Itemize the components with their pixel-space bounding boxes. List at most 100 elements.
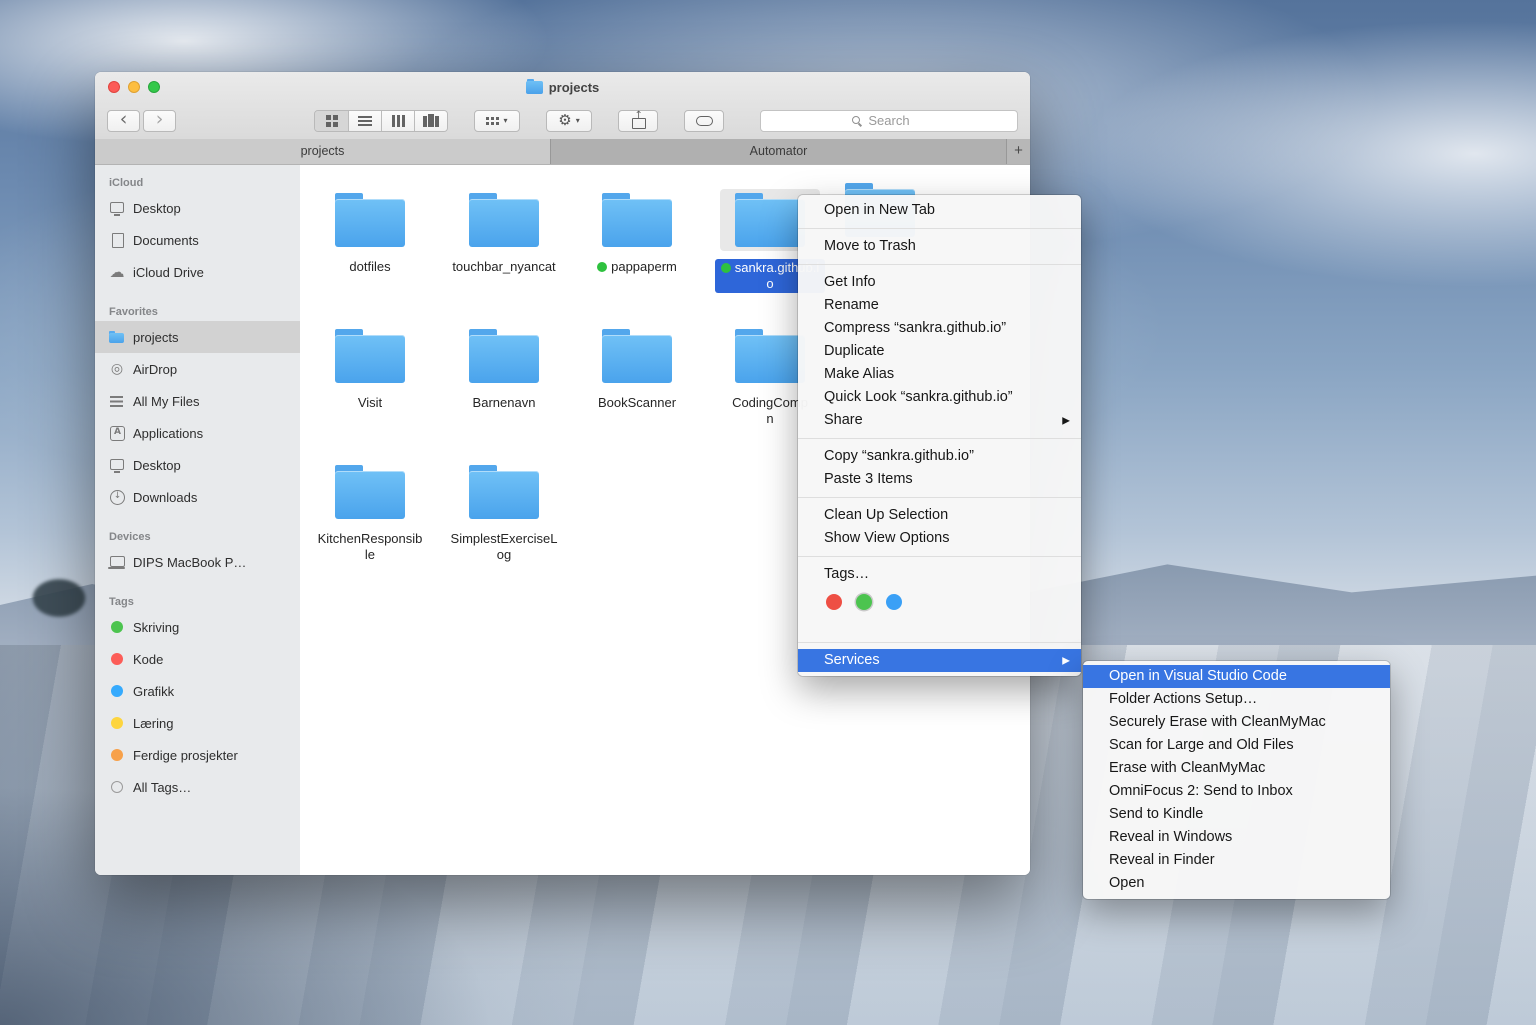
- minimize-button[interactable]: [128, 81, 140, 93]
- sidebar-item-tag-kode[interactable]: Kode: [95, 643, 300, 675]
- arrange-icon: [486, 117, 499, 125]
- tag-dot-blue-icon[interactable]: [886, 594, 902, 610]
- tag-icon: [696, 116, 713, 126]
- sidebar-item-documents[interactable]: Documents: [95, 224, 300, 256]
- menu-item-copy[interactable]: Copy “sankra.github.io”: [798, 445, 1081, 468]
- menu-separator: [798, 264, 1081, 265]
- tag-dot-yellow-icon: [111, 717, 123, 729]
- zoom-button[interactable]: [148, 81, 160, 93]
- sidebar-item-tag-ferdige-prosjekter[interactable]: Ferdige prosjekter: [95, 739, 300, 771]
- sidebar-item-desktop-2[interactable]: Desktop: [95, 449, 300, 481]
- menu-item-paste-3-items[interactable]: Paste 3 Items: [798, 468, 1081, 491]
- menu-item-share[interactable]: Share: [798, 409, 1081, 432]
- share-button[interactable]: [618, 110, 658, 132]
- sidebar-item-all-my-files[interactable]: All My Files: [95, 385, 300, 417]
- sidebar-item-applications[interactable]: Applications: [95, 417, 300, 449]
- back-button[interactable]: ‹: [107, 110, 140, 132]
- traffic-lights: [108, 81, 160, 93]
- search-input[interactable]: [761, 111, 1017, 131]
- sidebar-item-tag-skriving[interactable]: Skriving: [95, 611, 300, 643]
- menu-tag-dots: [798, 586, 1081, 636]
- tab-automator[interactable]: Automator: [550, 139, 1006, 164]
- menu-item-tags[interactable]: Tags…: [798, 563, 1081, 586]
- tab-projects[interactable]: projects: [95, 139, 550, 164]
- folder-bookscanner[interactable]: BookScanner: [571, 325, 703, 411]
- cloud-icon: [108, 264, 126, 280]
- menu-item-get-info[interactable]: Get Info: [798, 271, 1081, 294]
- folder-dotfiles[interactable]: dotfiles: [304, 189, 436, 275]
- sidebar-item-projects[interactable]: projects: [95, 321, 300, 353]
- folder-pappaperm[interactable]: pappaperm: [571, 189, 703, 275]
- chevron-left-icon: ‹: [120, 110, 128, 128]
- sidebar-item-airdrop[interactable]: AirDrop: [95, 353, 300, 385]
- column-view-button[interactable]: [381, 111, 414, 131]
- sidebar-section-favorites: Favorites: [95, 306, 300, 318]
- action-button[interactable]: ▾: [546, 110, 592, 132]
- menu-item-clean-up-selection[interactable]: Clean Up Selection: [798, 504, 1081, 527]
- menu-separator: [798, 438, 1081, 439]
- coverflow-view-button[interactable]: [414, 111, 447, 131]
- downloads-icon: [108, 489, 126, 505]
- monitor-icon: [108, 200, 126, 216]
- menu-item-rename[interactable]: Rename: [798, 294, 1081, 317]
- window-titlebar[interactable]: projects: [95, 72, 1030, 102]
- search-field[interactable]: [760, 110, 1018, 132]
- submenu-item-scan-for-large-and-old-files[interactable]: Scan for Large and Old Files: [1083, 734, 1390, 757]
- tag-dot-blue-icon: [111, 685, 123, 697]
- menu-item-services[interactable]: Services: [798, 649, 1081, 672]
- tag-dot-red-icon[interactable]: [826, 594, 842, 610]
- airdrop-icon: [108, 361, 126, 377]
- coverflow-view-icon: [422, 114, 440, 127]
- menu-item-open-in-new-tab[interactable]: Open in New Tab: [798, 199, 1081, 222]
- sidebar-item-downloads[interactable]: Downloads: [95, 481, 300, 513]
- tag-button[interactable]: [684, 110, 724, 132]
- icon-view-button[interactable]: [315, 111, 348, 131]
- arrange-button[interactable]: ▾: [474, 110, 520, 132]
- menu-item-compress[interactable]: Compress “sankra.github.io”: [798, 317, 1081, 340]
- chevron-down-icon: ▾: [503, 116, 507, 125]
- menu-item-move-to-trash[interactable]: Move to Trash: [798, 235, 1081, 258]
- sidebar-section-icloud: iCloud: [95, 177, 300, 189]
- menu-item-show-view-options[interactable]: Show View Options: [798, 527, 1081, 550]
- close-button[interactable]: [108, 81, 120, 93]
- submenu-item-send-to-kindle[interactable]: Send to Kindle: [1083, 803, 1390, 826]
- forward-button[interactable]: ›: [143, 110, 176, 132]
- list-view-icon: [358, 115, 372, 127]
- menu-separator: [798, 497, 1081, 498]
- new-tab-button[interactable]: +: [1006, 139, 1030, 164]
- folder-touchbar-nyancat[interactable]: touchbar_nyancat: [438, 189, 570, 275]
- window-chrome: projects ‹ › ▾ ▾: [95, 72, 1030, 165]
- share-icon: [631, 113, 645, 128]
- folder-icon: [587, 189, 687, 251]
- list-view-button[interactable]: [348, 111, 381, 131]
- sidebar-item-icloud-drive[interactable]: iCloud Drive: [95, 256, 300, 288]
- tag-dot-orange-icon: [111, 749, 123, 761]
- sidebar-item-tag-laering[interactable]: Læring: [95, 707, 300, 739]
- tag-dot-green-icon[interactable]: [856, 594, 872, 610]
- folder-icon: [320, 189, 420, 251]
- submenu-item-folder-actions-setup[interactable]: Folder Actions Setup…: [1083, 688, 1390, 711]
- menu-separator: [798, 228, 1081, 229]
- folder-kitchenresponsible[interactable]: KitchenResponsib le: [304, 461, 436, 563]
- submenu-item-securely-erase-with-cleanmymac[interactable]: Securely Erase with CleanMyMac: [1083, 711, 1390, 734]
- menu-item-make-alias[interactable]: Make Alias: [798, 363, 1081, 386]
- submenu-item-reveal-in-windows[interactable]: Reveal in Windows: [1083, 826, 1390, 849]
- sidebar-item-all-tags[interactable]: All Tags…: [95, 771, 300, 803]
- submenu-item-reveal-in-finder[interactable]: Reveal in Finder: [1083, 849, 1390, 872]
- sidebar-item-desktop[interactable]: Desktop: [95, 192, 300, 224]
- sidebar-item-tag-grafikk[interactable]: Grafikk: [95, 675, 300, 707]
- folder-visit[interactable]: Visit: [304, 325, 436, 411]
- folder-icon: [320, 325, 420, 387]
- menu-item-quick-look[interactable]: Quick Look “sankra.github.io”: [798, 386, 1081, 409]
- submenu-item-open-in-visual-studio-code[interactable]: Open in Visual Studio Code: [1083, 665, 1390, 688]
- gear-icon: [558, 111, 571, 130]
- menu-item-duplicate[interactable]: Duplicate: [798, 340, 1081, 363]
- tag-dot-red-icon: [111, 653, 123, 665]
- sidebar-item-dips-macbook[interactable]: DIPS MacBook P…: [95, 546, 300, 578]
- submenu-item-open[interactable]: Open: [1083, 872, 1390, 895]
- folder-simplestexerciselog[interactable]: SimplestExerciseL og: [438, 461, 570, 563]
- submenu-arrow-icon: [1062, 409, 1070, 432]
- submenu-item-omnifocus-2-send-to-inbox[interactable]: OmniFocus 2: Send to Inbox: [1083, 780, 1390, 803]
- folder-barnenavn[interactable]: Barnenavn: [438, 325, 570, 411]
- submenu-item-erase-with-cleanmymac[interactable]: Erase with CleanMyMac: [1083, 757, 1390, 780]
